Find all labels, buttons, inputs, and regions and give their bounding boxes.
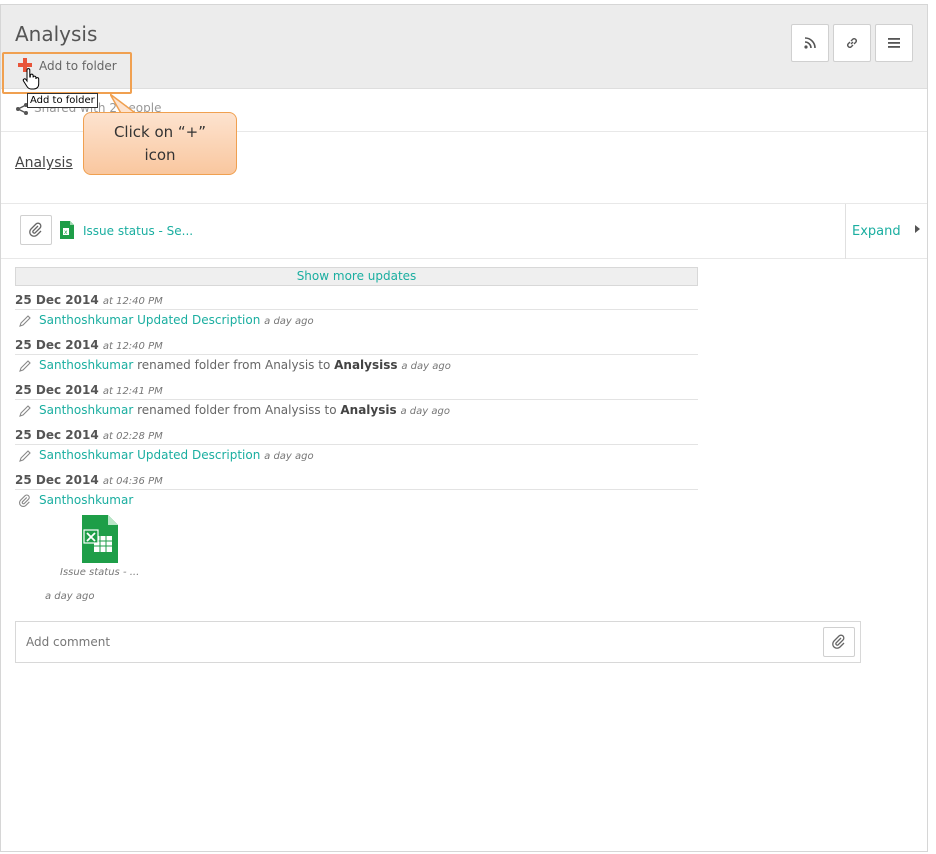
activity-entry: 25 Dec 2014 at 12:40 PM Santhoshkumar Up… [15, 293, 698, 330]
divider [845, 204, 846, 259]
activity-entry: 25 Dec 2014 at 12:41 PM Santhoshkumar re… [15, 383, 698, 420]
tooltip: Add to folder [27, 93, 98, 108]
entry-date: 25 Dec 2014 at 12:40 PM [15, 293, 163, 307]
pencil-icon [19, 405, 31, 417]
svg-text:x: x [64, 229, 68, 236]
header-bar: Analysis [1, 5, 927, 89]
comment-box [15, 621, 861, 663]
page-title: Analysis [15, 22, 98, 46]
link-icon [847, 38, 857, 48]
expand-button[interactable]: Expand [852, 224, 901, 239]
comment-attach-button[interactable] [823, 627, 855, 657]
attach-button[interactable] [20, 215, 52, 245]
entry-date: 25 Dec 2014 at 02:28 PM [15, 428, 163, 442]
comment-input[interactable] [17, 623, 817, 661]
pencil-icon [19, 450, 31, 462]
spreadsheet-icon: x [60, 221, 74, 239]
expand-arrow-icon[interactable] [915, 225, 920, 233]
menu-button[interactable] [875, 24, 913, 62]
callout-line-1: Click on “+” [113, 123, 207, 141]
show-more-updates-button[interactable]: Show more updates [15, 267, 698, 286]
paperclip-icon [29, 222, 42, 237]
pencil-icon [19, 315, 31, 327]
user-link[interactable]: Santhoshkumar [39, 403, 133, 417]
file-caption[interactable]: Issue status - ... [60, 567, 139, 578]
rss-button[interactable] [791, 24, 829, 62]
activity-entry: 25 Dec 2014 at 02:28 PM Santhoshkumar Up… [15, 428, 698, 465]
callout-line-2: icon [144, 146, 176, 164]
add-to-folder-label[interactable]: Add to folder [39, 59, 117, 73]
rss-icon [804, 37, 816, 49]
action-link[interactable]: Updated Description [137, 448, 260, 462]
entry-date: 25 Dec 2014 at 04:36 PM [15, 473, 163, 487]
callout: Click on “+” icon [83, 112, 237, 175]
user-link[interactable]: Santhoshkumar [39, 448, 133, 462]
attachment-row: x Issue status - Se... Expand [1, 203, 927, 259]
menu-icon [888, 38, 900, 48]
action-link[interactable]: Updated Description [137, 313, 260, 327]
spreadsheet-file-icon[interactable] [81, 514, 119, 564]
user-link[interactable]: Santhoshkumar [39, 313, 133, 327]
entry-date: 25 Dec 2014 at 12:41 PM [15, 383, 163, 397]
attachment-name[interactable]: Issue status - Se... [83, 224, 193, 238]
file-timestamp: a day ago [45, 591, 95, 602]
pencil-icon [19, 360, 31, 372]
entry-date: 25 Dec 2014 at 12:40 PM [15, 338, 163, 352]
paperclip-icon [18, 494, 30, 508]
section-label[interactable]: Analysis [15, 155, 73, 171]
user-link[interactable]: Santhoshkumar [39, 493, 133, 507]
activity-entry: 25 Dec 2014 at 12:40 PM Santhoshkumar re… [15, 338, 698, 375]
activity-entry: 25 Dec 2014 at 04:36 PM Santhoshkumar [15, 473, 698, 510]
paperclip-icon [832, 634, 845, 649]
hand-cursor-icon [22, 68, 40, 90]
user-link[interactable]: Santhoshkumar [39, 358, 133, 372]
link-button[interactable] [833, 24, 871, 62]
